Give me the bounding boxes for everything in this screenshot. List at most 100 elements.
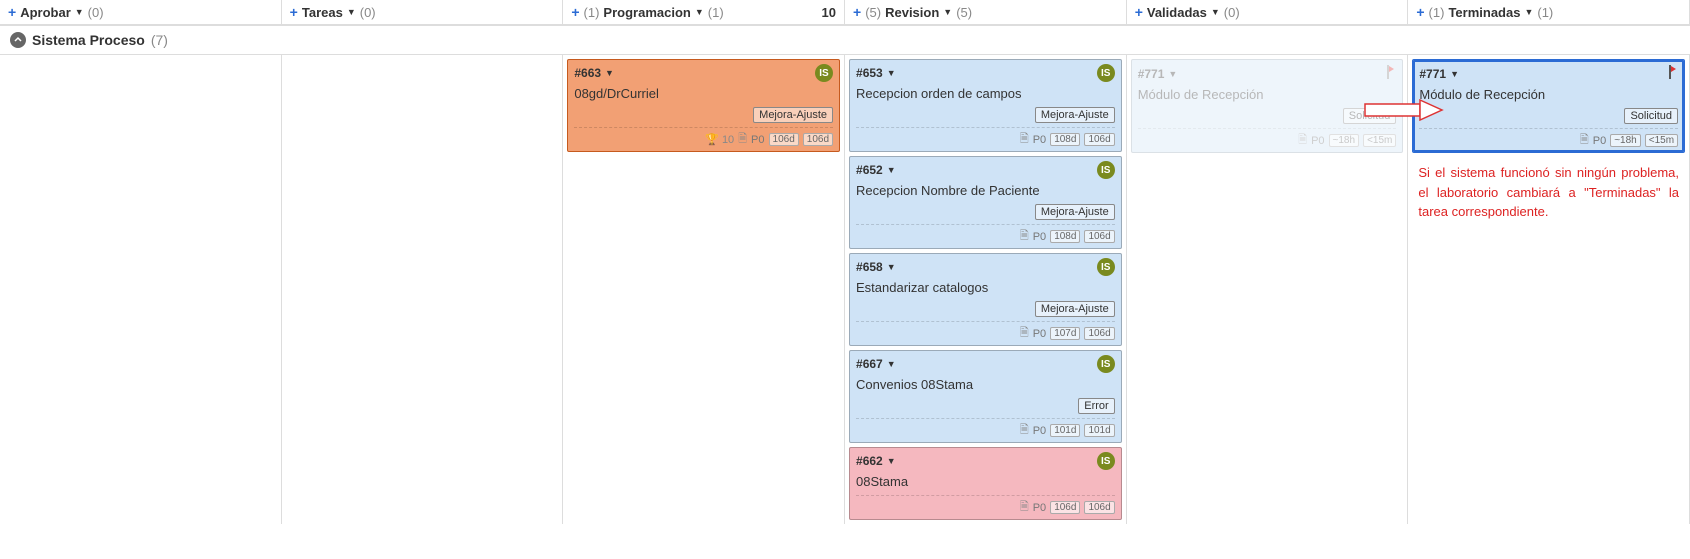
card-tag: Mejora-Ajuste (1035, 107, 1115, 123)
card[interactable]: #653 ▼ IS Recepcion orden de campos Mejo… (849, 59, 1122, 152)
assignee-avatar[interactable]: IS (1097, 64, 1115, 82)
add-icon[interactable]: + (853, 4, 861, 20)
card-id: #658 (856, 260, 883, 274)
chevron-down-icon[interactable]: ▼ (943, 7, 952, 17)
collapse-icon[interactable] (10, 32, 26, 48)
column-header[interactable]: + Aprobar ▼ (0) (0, 0, 282, 25)
age-badge: 106d (1084, 133, 1114, 146)
add-icon[interactable]: + (1135, 4, 1143, 20)
card-tag: Mejora-Ajuste (753, 107, 833, 123)
add-icon[interactable]: + (1416, 4, 1424, 20)
column-name: Aprobar (20, 5, 71, 20)
card-priority: P0 (1593, 135, 1606, 147)
chevron-down-icon[interactable]: ▼ (887, 456, 896, 466)
card[interactable]: #658 ▼ IS Estandarizar catalogos Mejora-… (849, 253, 1122, 346)
card-priority: P0 (1033, 231, 1046, 243)
document-icon: 🗎 (1020, 130, 1029, 149)
age-badge: 108d (1050, 230, 1080, 243)
column-count: (0) (360, 5, 376, 20)
add-icon[interactable]: + (8, 4, 16, 20)
chevron-down-icon[interactable]: ▼ (75, 7, 84, 17)
card-title: 08gd/DrCurriel (574, 86, 833, 101)
column-pre-count: (1) (584, 5, 600, 20)
column-count: (1) (708, 5, 724, 20)
card-title: Recepcion orden de campos (856, 86, 1115, 101)
age-badge: <15m (1645, 134, 1678, 147)
column-name: Tareas (302, 5, 343, 20)
age-badge: 106d (1050, 501, 1080, 514)
chevron-down-icon[interactable]: ▼ (887, 68, 896, 78)
column-header[interactable]: + Tareas ▼ (0) (282, 0, 564, 25)
document-icon: 🗎 (1020, 498, 1029, 517)
age-badge: 106d (1084, 230, 1114, 243)
age-badge: 106d (1084, 327, 1114, 340)
swimlane-name: Sistema Proceso (32, 32, 145, 48)
assignee-avatar[interactable]: IS (1097, 452, 1115, 470)
annotation-text: Si el sistema funcionó sin ningún proble… (1412, 163, 1685, 222)
column-header[interactable]: + Validadas ▼ (0) (1127, 0, 1409, 25)
card-priority: P0 (1033, 328, 1046, 340)
age-badge: <15m (1363, 134, 1396, 147)
age-badge: ~18h (1329, 134, 1360, 147)
add-icon[interactable]: + (290, 4, 298, 20)
column-count: (1) (1537, 5, 1553, 20)
document-icon: 🗎 (738, 130, 747, 149)
card-tag: Mejora-Ajuste (1035, 204, 1115, 220)
flag-icon (1662, 64, 1678, 83)
chevron-down-icon[interactable]: ▼ (1524, 7, 1533, 17)
column-header[interactable]: + (1) Programacion ▼ (1) 10 (563, 0, 845, 25)
lane-cell-terminadas[interactable]: #771 ▼ Módulo de Recepción Solicitud 🗎 P… (1408, 55, 1690, 524)
card-ghost[interactable]: #771 ▼ Módulo de Recepción Solicitud 🗎 P… (1131, 59, 1404, 153)
lane-cell-programacion[interactable]: #663 ▼ IS 08gd/DrCurriel Mejora-Ajuste 🏆… (563, 55, 845, 524)
chevron-down-icon[interactable]: ▼ (1211, 7, 1220, 17)
chevron-down-icon[interactable]: ▼ (1450, 69, 1459, 79)
column-header[interactable]: + (5) Revision ▼ (5) (845, 0, 1127, 25)
assignee-avatar[interactable]: IS (815, 64, 833, 82)
chevron-down-icon[interactable]: ▼ (1168, 69, 1177, 79)
chevron-down-icon[interactable]: ▼ (695, 7, 704, 17)
age-badge: 108d (1050, 133, 1080, 146)
column-count: (0) (1224, 5, 1240, 20)
swimlane-header[interactable]: Sistema Proceso (7) (0, 26, 1690, 55)
card[interactable]: #663 ▼ IS 08gd/DrCurriel Mejora-Ajuste 🏆… (567, 59, 840, 152)
chevron-down-icon[interactable]: ▼ (887, 359, 896, 369)
chevron-down-icon[interactable]: ▼ (887, 262, 896, 272)
add-icon[interactable]: + (571, 4, 579, 20)
column-count: (0) (88, 5, 104, 20)
chevron-down-icon[interactable]: ▼ (347, 7, 356, 17)
card[interactable]: #771 ▼ Módulo de Recepción Solicitud 🗎 P… (1412, 59, 1685, 153)
flag-icon (1380, 64, 1396, 83)
card[interactable]: #652 ▼ IS Recepcion Nombre de Paciente M… (849, 156, 1122, 249)
assignee-avatar[interactable]: IS (1097, 258, 1115, 276)
card-title: Módulo de Recepción (1138, 87, 1397, 102)
card-id: #667 (856, 357, 883, 371)
card[interactable]: #667 ▼ IS Convenios 08Stama Error 🗎 P0 1… (849, 350, 1122, 443)
age-badge: 101d (1084, 424, 1114, 437)
column-header[interactable]: + (1) Terminadas ▼ (1) (1408, 0, 1690, 25)
trophy-icon: 🏆 10 (705, 133, 734, 146)
document-icon: 🗎 (1020, 227, 1029, 246)
card-id: #652 (856, 163, 883, 177)
card-priority: P0 (1033, 134, 1046, 146)
card-title: Convenios 08Stama (856, 377, 1115, 392)
assignee-avatar[interactable]: IS (1097, 355, 1115, 373)
lane-cell-aprobar[interactable] (0, 55, 282, 524)
column-name: Validadas (1147, 5, 1207, 20)
card[interactable]: #662 ▼ IS 08Stama 🗎 P0 106d 106d (849, 447, 1122, 520)
card-id: #771 (1138, 67, 1165, 81)
lane-cell-revision[interactable]: #653 ▼ IS Recepcion orden de campos Mejo… (845, 55, 1127, 524)
chevron-down-icon[interactable]: ▼ (605, 68, 614, 78)
chevron-down-icon[interactable]: ▼ (887, 165, 896, 175)
card-priority: P0 (1033, 502, 1046, 514)
column-count: (5) (956, 5, 972, 20)
column-pre-count: (1) (1429, 5, 1445, 20)
lane-cell-tareas[interactable] (282, 55, 564, 524)
assignee-avatar[interactable]: IS (1097, 161, 1115, 179)
card-priority: P0 (751, 134, 764, 146)
card-id: #653 (856, 66, 883, 80)
column-name: Revision (885, 5, 939, 20)
card-priority: P0 (1311, 135, 1324, 147)
card-tag: Solicitud (1343, 108, 1397, 124)
lane-cell-validadas[interactable]: #771 ▼ Módulo de Recepción Solicitud 🗎 P… (1127, 55, 1409, 524)
card-id: #771 (1419, 67, 1446, 81)
